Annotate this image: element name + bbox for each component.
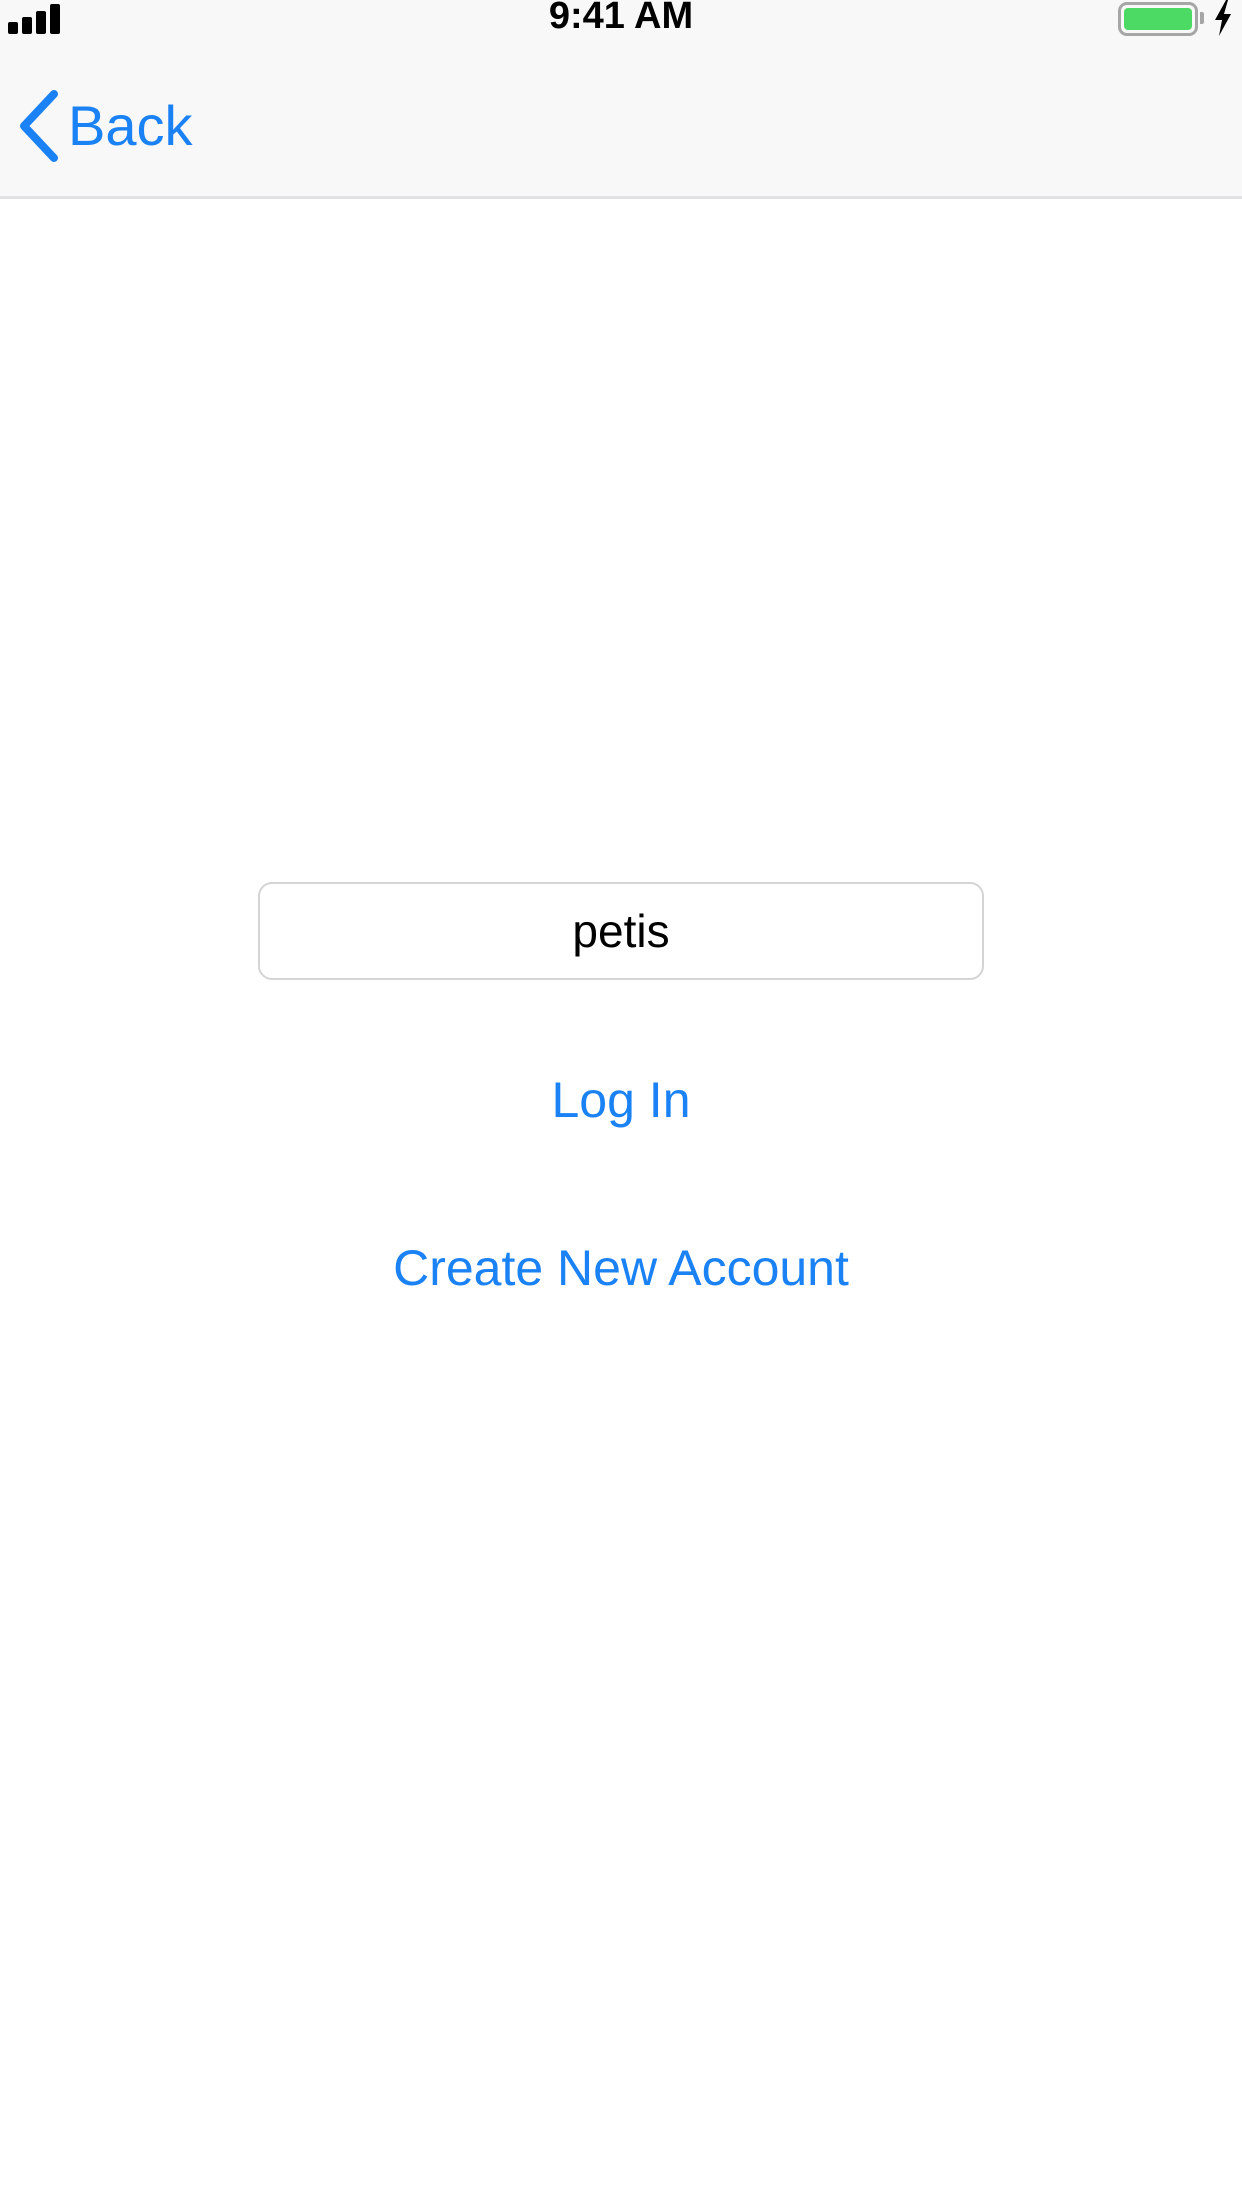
username-input[interactable] (258, 882, 984, 980)
battery-icon (1118, 2, 1198, 36)
navigation-bar: 9:41 AM Back (0, 0, 1242, 199)
create-new-account-button[interactable]: Create New Account (0, 1233, 1242, 1303)
log-in-button[interactable]: Log In (0, 1065, 1242, 1135)
charging-bolt-icon (1215, 0, 1231, 36)
status-time: 9:41 AM (548, 0, 694, 37)
battery-level-fill (1124, 8, 1192, 30)
battery-tip (1200, 12, 1204, 24)
status-bar: 9:41 AM (0, 0, 1242, 40)
login-screen: 9:41 AM Back Log In Create New Account (0, 0, 1242, 2208)
back-button-label: Back (68, 94, 193, 157)
chevron-left-icon (20, 90, 58, 162)
back-button[interactable]: Back (16, 86, 193, 166)
